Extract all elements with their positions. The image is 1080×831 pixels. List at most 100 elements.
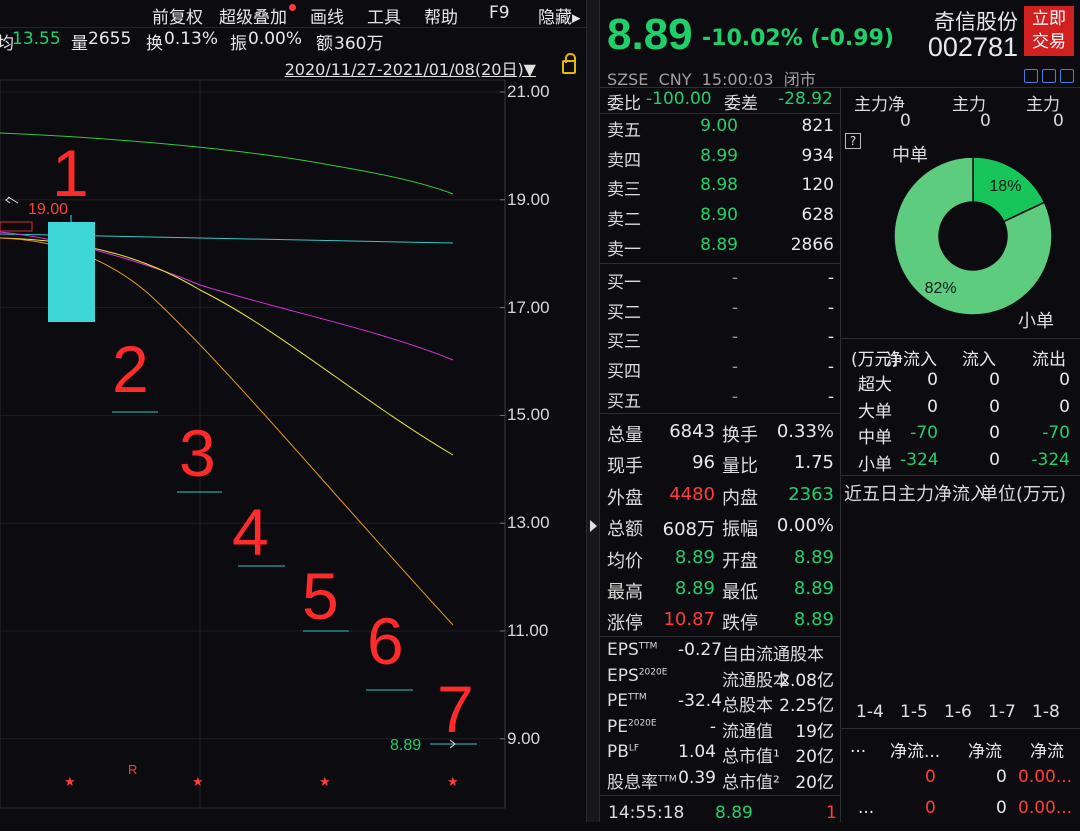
order-row[interactable]: 卖四 8.99 934	[600, 146, 840, 174]
stat-value: 2363	[788, 483, 834, 505]
order-price: -	[731, 386, 738, 407]
order-row[interactable]: 买二 - -	[600, 298, 840, 326]
annotation-6: 6	[367, 604, 404, 678]
trade-button-label: 立即 交易	[1032, 9, 1066, 52]
order-price: 8.98	[700, 175, 738, 196]
fund-value-2: 2.08亿	[779, 670, 834, 691]
edit-icon[interactable]	[1024, 69, 1038, 83]
order-row[interactable]: 买五 - -	[600, 387, 840, 415]
stat-value: 0.00%	[776, 515, 834, 537]
fund-value: -0.27	[678, 640, 722, 660]
y-tick-marks	[500, 91, 505, 740]
trade-now-button[interactable]: 立即 交易	[1024, 6, 1074, 56]
fund-label-2: 总股本	[722, 696, 773, 716]
order-label: 买三	[607, 332, 641, 353]
tab-1-8[interactable]: 1-8	[1032, 702, 1060, 722]
order-row[interactable]: 卖五 9.00 821	[600, 116, 840, 144]
order-price: 8.99	[700, 145, 738, 166]
stat-value: 96	[692, 452, 715, 474]
annotation-2: 2	[112, 332, 149, 406]
fund-label-2: 流通值	[722, 721, 773, 742]
stat-row: 外盘 4480 内盘 2363	[600, 484, 840, 512]
fund-label-2: 总市值²	[722, 772, 780, 793]
stat-value: 8.89	[793, 578, 834, 599]
tab-1-7[interactable]: 1-7	[988, 702, 1016, 722]
annotation-1: 1	[52, 136, 89, 210]
star-icon: ★	[64, 775, 76, 790]
collapse-arrow-icon[interactable]	[590, 520, 597, 532]
flow-row-label: 中单	[858, 428, 892, 449]
order-volume: 2866	[790, 234, 834, 255]
order-volume: 628	[801, 205, 834, 226]
flow-out: 0	[1059, 370, 1070, 390]
detail-c0: ...	[858, 798, 875, 818]
pie-slice-label: 82%	[925, 280, 957, 297]
order-row[interactable]: 卖二 8.90 628	[600, 205, 840, 233]
y-tick-label: 19.00	[507, 189, 550, 209]
flow-out: 0	[1059, 396, 1070, 417]
order-price: -	[731, 297, 738, 318]
panel-splitter[interactable]	[586, 0, 600, 822]
fundamental-row: PBLF 1.04 总市值¹ 20亿	[600, 742, 840, 770]
y-tick-label: 13.00	[507, 513, 550, 533]
order-row[interactable]: 买一 - -	[600, 268, 840, 296]
stat-label: 均价	[607, 550, 643, 572]
order-label: 买五	[607, 391, 641, 412]
flow-net: -324	[900, 450, 939, 471]
stat-label: 总额	[607, 519, 643, 541]
order-row[interactable]: 卖三 8.98 120	[600, 175, 840, 203]
flow-pie-chart: 18% 82%	[893, 156, 1053, 316]
mainflow-value-3: 0	[1053, 111, 1064, 131]
flow-header: 净流入	[886, 350, 937, 370]
flow-net: -70	[910, 423, 938, 444]
order-volume: -	[827, 297, 834, 318]
flow-header: 流入	[962, 350, 996, 370]
event-stars: ★ ★ ★ ★	[64, 775, 459, 790]
mainflow-header-1: 主力净	[854, 95, 905, 115]
fiveday-unit: 单位(万元)	[980, 484, 1067, 505]
order-volume: -	[827, 268, 834, 288]
panel-tools	[1020, 68, 1074, 87]
alert-icon[interactable]	[1042, 69, 1056, 83]
flow-row-label: 超大	[858, 375, 892, 395]
help-icon[interactable]: ?	[845, 133, 861, 149]
expand-icon[interactable]	[1060, 69, 1074, 83]
tab-1-5[interactable]: 1-5	[900, 702, 928, 722]
stat-value: 608万	[662, 519, 715, 541]
tick-price: 8.89	[715, 803, 753, 823]
stat-value: 6843	[669, 421, 715, 442]
mainflow-value-2: 0	[980, 111, 991, 131]
tab-1-4[interactable]: 1-4	[856, 702, 884, 722]
fund-label: EPS2020E	[607, 665, 668, 686]
stat-label: 内盘	[722, 487, 758, 509]
r-marker: R	[128, 762, 137, 777]
fundamental-row: EPS2020E 流通股本 2.08亿	[600, 666, 840, 694]
annotation-3: 3	[179, 416, 216, 490]
weibi-value: -100.00	[646, 89, 712, 109]
fund-value-2: 2.25亿	[779, 696, 834, 716]
order-row[interactable]: 卖一 8.89 2866	[600, 235, 840, 263]
high-price-box	[0, 221, 33, 232]
order-label: 买四	[607, 362, 641, 383]
star-icon: ★	[447, 775, 459, 790]
kline-chart-panel[interactable]: 前复权 超级叠加 画线 工具 帮助 F9 隐藏▸ 均 13.55 量 2655 …	[0, 0, 586, 822]
stat-value: 0.33%	[776, 421, 834, 442]
weicha-value: -28.92	[778, 89, 833, 109]
fund-label-sup: TTM	[628, 692, 647, 703]
order-row[interactable]: 买三 - -	[600, 327, 840, 355]
stat-row: 均价 8.89 开盘 8.89	[600, 547, 840, 575]
y-tick-label: 21.00	[507, 82, 550, 101]
candle-day1	[48, 222, 95, 322]
tab-1-6[interactable]: 1-6	[944, 702, 972, 722]
flow-in: 0	[989, 450, 1000, 471]
detail-header: 净流	[1030, 742, 1064, 762]
order-row[interactable]: 买四 - -	[600, 357, 840, 385]
order-volume: -	[827, 386, 834, 407]
tick-row: 14:55:18 8.89 1	[600, 803, 840, 831]
detail-c2: 0	[996, 798, 1007, 818]
stat-label: 最低	[722, 582, 758, 603]
mainflow-value-1: 0	[900, 111, 911, 131]
flow-net: 0	[927, 370, 938, 390]
last-price-label: 8.89	[390, 737, 421, 754]
stat-label: 量比	[722, 456, 758, 478]
